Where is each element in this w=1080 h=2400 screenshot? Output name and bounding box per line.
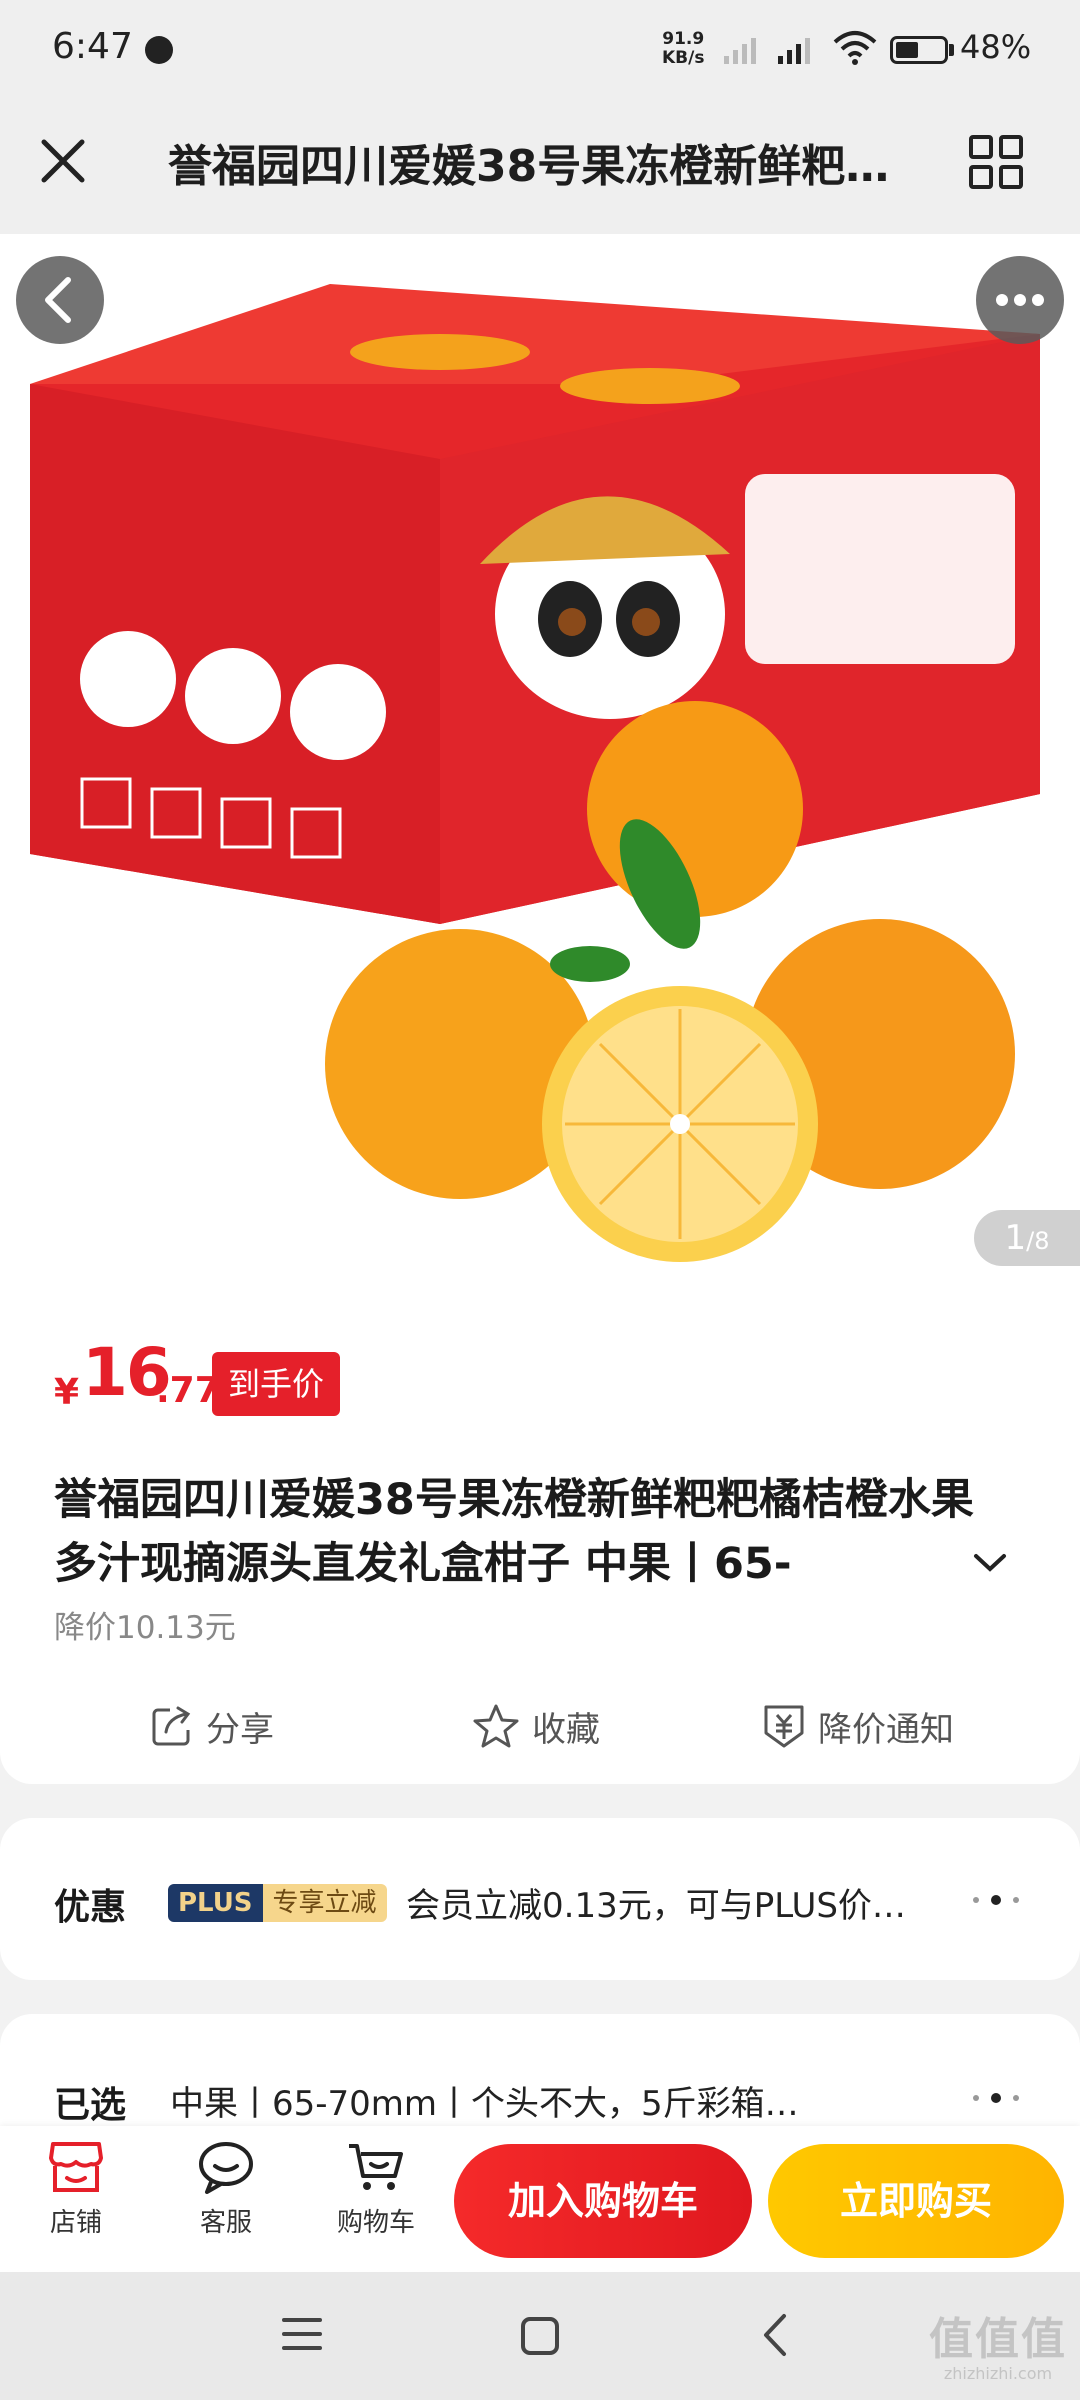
more-dots-icon[interactable] [966, 2088, 1026, 2108]
plus-badge-left: PLUS [168, 1884, 263, 1922]
net-speed-unit: KB/s [662, 48, 705, 68]
price-decimal: .77 [156, 1370, 220, 1411]
final-price-tag: 到手价 [212, 1352, 341, 1416]
cart-label: 购物车 [336, 2208, 415, 2238]
alarm-clock-icon [145, 36, 173, 64]
battery-icon [890, 36, 948, 64]
price-currency: ¥ [54, 1372, 80, 1413]
close-icon[interactable] [34, 132, 92, 190]
selected-spec-card[interactable]: 已选 中果丨65-70mm丨个头不大，5斤彩箱… [0, 2014, 1080, 2134]
image-counter: 1/8 [974, 1210, 1080, 1266]
page-title: 誉福园四川爱媛38号果冻橙新鲜粑粑橘桔橙水果多汁现摘源头直发礼盒柑子 中果丨65… [168, 141, 908, 192]
title-bar: 誉福园四川爱媛38号果冻橙新鲜粑粑橘桔橙水果多汁现摘源头直发礼盒柑子 中果丨65… [0, 100, 1080, 234]
share-button[interactable]: 分享 [150, 1686, 274, 1766]
home-icon[interactable] [520, 2316, 560, 2356]
back-button[interactable] [16, 256, 104, 344]
price-alert-icon [764, 1705, 804, 1748]
battery-percent: 48% [960, 28, 1032, 66]
customer-service-icon [199, 2142, 253, 2194]
promotion-card[interactable]: 优惠 PLUS 专享立减 会员立减0.13元，可与PLUS价… [0, 1818, 1080, 1980]
service-label: 客服 [199, 2208, 252, 2238]
image-counter-current: 1 [1004, 1218, 1027, 1258]
plus-badge: PLUS 专享立减 [168, 1884, 387, 1922]
product-image-gallery[interactable]: 1/8 [0, 234, 1080, 1290]
chevron-down-icon[interactable] [972, 1552, 1008, 1574]
store-label: 店铺 [49, 2208, 102, 2238]
customer-service-button[interactable]: 客服 [166, 2140, 286, 2239]
product-image [30, 284, 1040, 1262]
image-counter-total: /8 [1026, 1227, 1050, 1255]
wifi-icon [833, 31, 877, 65]
cart-button[interactable]: 购物车 [316, 2140, 436, 2239]
cell-signal-icon [724, 38, 756, 64]
promotion-text: 会员立减0.13元，可与PLUS价… [406, 1886, 906, 1926]
favorite-label: 收藏 [532, 1709, 600, 1750]
add-to-cart-button[interactable]: 加入购物车 [454, 2144, 752, 2258]
product-title: 誉福园四川爱媛38号果冻橙新鲜粑粑橘桔橙水果多汁现摘源头直发礼盒柑子 中果丨65… [54, 1475, 974, 1589]
shopping-cart-icon [349, 2144, 403, 2190]
system-navigation-bar [0, 2272, 1080, 2400]
selected-spec-text: 中果丨65-70mm丨个头不大，5斤彩箱… [170, 2084, 799, 2124]
selected-label: 已选 [54, 2085, 127, 2126]
favorite-button[interactable]: 收藏 [472, 1686, 600, 1766]
watermark: 值值值 zhizhizhi.com [928, 2314, 1068, 2384]
store-button[interactable]: 店铺 [16, 2140, 136, 2239]
menu-icon[interactable] [282, 2316, 322, 2352]
status-bar: 6:47 91.9 KB/s 48% [0, 0, 1080, 100]
mini-program-grid-icon[interactable] [968, 134, 1024, 190]
star-icon [473, 1704, 519, 1748]
share-label: 分享 [206, 1709, 274, 1750]
product-info-card: ¥ 16 .77 到手价 誉福园四川爱媛38号果冻橙新鲜粑粑橘桔橙水果多汁现摘源… [0, 1290, 1080, 1784]
bottom-action-bar: 店铺 客服 购物车 加入购物车 立即购买 [0, 2126, 1080, 2272]
plus-badge-right: 专享立减 [262, 1884, 387, 1922]
net-speed-value: 91.9 [662, 29, 705, 49]
back-icon[interactable] [760, 2312, 790, 2358]
more-dots-icon [996, 294, 1044, 306]
share-icon [152, 1706, 191, 1746]
watermark-main: 值值值 [929, 2314, 1067, 2365]
status-time: 6:47 [52, 26, 133, 67]
buy-now-button[interactable]: 立即购买 [768, 2144, 1064, 2258]
watermark-sub: zhizhizhi.com [943, 2364, 1053, 2383]
network-speed: 91.9 KB/s [662, 30, 704, 68]
store-icon [49, 2142, 103, 2192]
price-drop-text: 降价10.13元 [54, 1610, 236, 1646]
cell-signal-2-icon [778, 38, 810, 64]
chevron-left-icon [45, 277, 71, 323]
action-row: 分享 收藏 降价通知 [0, 1686, 1080, 1766]
price-alert-button[interactable]: 降价通知 [762, 1686, 954, 1766]
battery-tip [949, 44, 954, 56]
battery-level [896, 42, 918, 58]
more-dots-icon[interactable] [966, 1890, 1026, 1910]
more-button[interactable] [976, 256, 1064, 344]
price-alert-label: 降价通知 [818, 1709, 954, 1750]
promotion-label: 优惠 [54, 1887, 127, 1928]
